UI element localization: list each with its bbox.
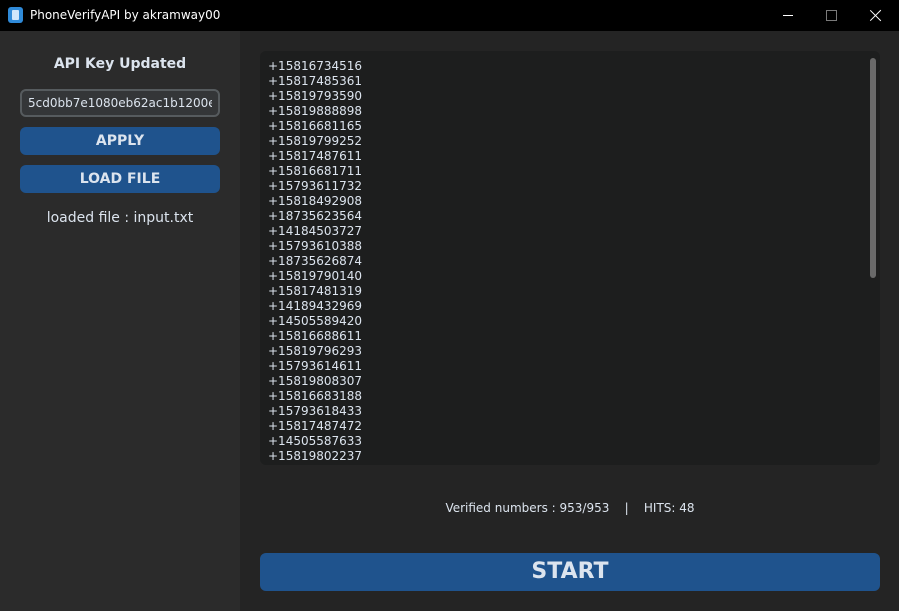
number-line: +15818492908 <box>268 194 363 208</box>
number-line: +15819793590 <box>268 89 363 103</box>
window-title: PhoneVerifyAPI by akramway00 <box>30 8 221 22</box>
numbers-textbox[interactable]: +15816734516 +15817485361 +15819793590 +158… <box>260 51 880 465</box>
title-bar: PhoneVerifyAPI by akramway00 <box>0 0 899 31</box>
maximize-icon <box>826 10 837 21</box>
close-button[interactable] <box>853 0 899 31</box>
number-line: +15819888898 <box>268 104 363 118</box>
number-line: +15793618433 <box>268 404 363 418</box>
number-line: +15817485361 <box>268 74 363 88</box>
api-key-status-title: API Key Updated <box>53 56 187 72</box>
number-line: +14505589420 <box>268 314 363 328</box>
number-line: +18735623564 <box>268 209 363 223</box>
load-file-button[interactable]: LOAD FILE <box>20 165 220 193</box>
api-key-input[interactable] <box>20 89 220 117</box>
number-line: +15817487611 <box>268 149 363 163</box>
minimize-icon <box>783 15 793 16</box>
number-line: +15819808307 <box>268 374 363 388</box>
number-line: +15816688611 <box>268 329 363 343</box>
number-line: +15819799252 <box>268 134 363 148</box>
maximize-button[interactable] <box>809 0 855 31</box>
start-button[interactable]: START <box>260 553 880 591</box>
number-line: +15819802237 <box>268 449 363 463</box>
number-line: +15817481319 <box>268 284 363 298</box>
number-line: +15817487472 <box>268 419 363 433</box>
number-line: +15816681711 <box>268 164 363 178</box>
verification-status: Verified numbers : 953/953 | HITS: 48 <box>445 501 695 515</box>
number-line: +18735626874 <box>268 254 363 268</box>
number-line: +14505587633 <box>268 434 363 448</box>
app-window: PhoneVerifyAPI by akramway00 API Key Upd… <box>0 0 899 611</box>
phone-app-icon <box>8 7 23 23</box>
numbers-list: +15816734516 +15817485361 +15819793590 +158… <box>268 59 858 464</box>
apply-button[interactable]: APPLY <box>20 127 220 155</box>
number-line: +15816681165 <box>268 119 363 133</box>
number-line: +14189432969 <box>268 299 363 313</box>
number-line: +14184503727 <box>268 224 363 238</box>
number-line: +15793610388 <box>268 239 363 253</box>
number-line: +15816683188 <box>268 389 363 403</box>
number-line: +15793614611 <box>268 359 363 373</box>
sidebar: API Key Updated APPLY LOAD FILE loaded f… <box>0 31 240 611</box>
close-icon <box>870 9 882 21</box>
number-line: +15816734516 <box>268 59 363 73</box>
loaded-file-label: loaded file : input.txt <box>46 210 194 226</box>
number-line: +15819796293 <box>268 344 363 358</box>
scrollbar-thumb[interactable] <box>870 58 876 278</box>
number-line: +15819790140 <box>268 269 363 283</box>
minimize-button[interactable] <box>765 0 811 31</box>
number-line: +15793611732 <box>268 179 363 193</box>
numbers-scrollbar[interactable] <box>868 56 878 460</box>
